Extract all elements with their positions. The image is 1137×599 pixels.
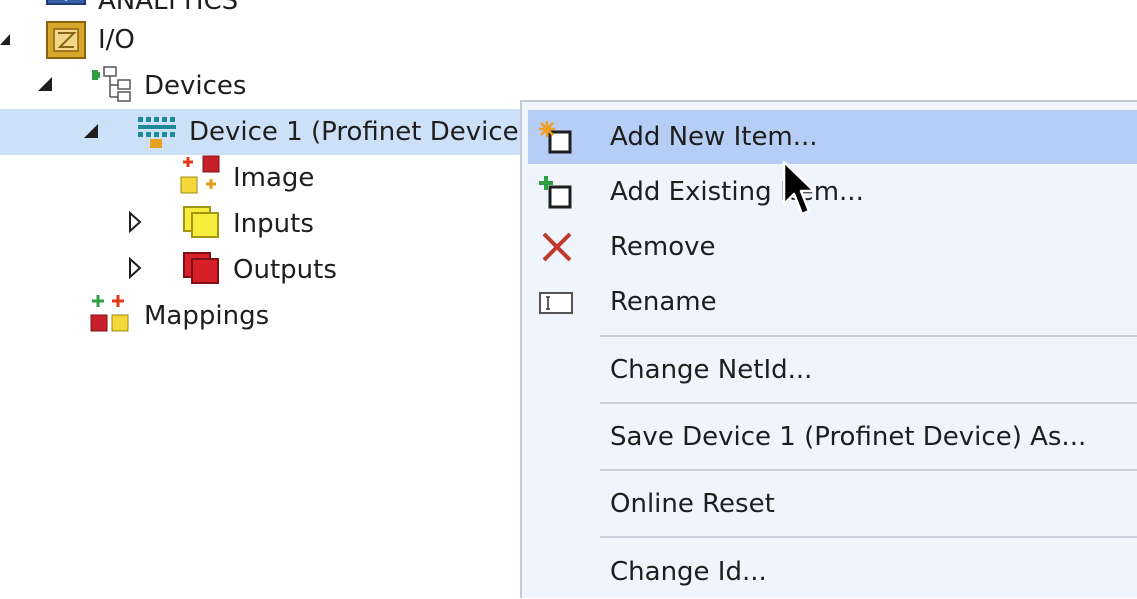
menu-item-label: Remove	[610, 232, 716, 262]
collapse-arrow-icon[interactable]	[82, 109, 102, 155]
menu-item-online-reset[interactable]: Online Reset	[528, 477, 1137, 531]
menu-separator	[600, 469, 1137, 471]
outputs-icon	[182, 251, 222, 291]
menu-item-rename[interactable]: Rename	[528, 275, 1137, 329]
tree-item-label: I/O	[98, 25, 135, 55]
profinet-device-icon	[136, 115, 178, 153]
io-icon	[46, 21, 86, 63]
tree-item-label: Mappings	[144, 301, 270, 331]
mappings-icon	[90, 293, 132, 339]
context-menu: Add New Item... Add Existing Item... Rem…	[520, 100, 1137, 598]
menu-item-label: Online Reset	[610, 489, 775, 519]
menu-item-change-id[interactable]: Change Id...	[528, 545, 1137, 599]
menu-separator	[600, 402, 1137, 404]
menu-item-label: Save Device 1 (Profinet Device) As...	[610, 422, 1087, 452]
menu-item-change-netid[interactable]: Change NetId...	[528, 343, 1137, 397]
mouse-cursor-icon	[782, 160, 816, 224]
add-new-item-icon	[538, 120, 574, 156]
menu-item-label: Change NetId...	[610, 355, 813, 385]
menu-separator	[600, 335, 1137, 337]
menu-item-label: Rename	[610, 287, 717, 317]
menu-item-save-device-as[interactable]: Save Device 1 (Profinet Device) As...	[528, 410, 1137, 464]
menu-item-label: Add New Item...	[610, 122, 818, 152]
collapse-arrow-icon[interactable]	[36, 63, 56, 109]
analytics-icon	[46, 0, 86, 10]
menu-item-label: Change Id...	[610, 557, 767, 587]
image-icon	[180, 155, 222, 199]
menu-separator	[600, 536, 1137, 538]
add-existing-item-icon	[538, 175, 574, 211]
expand-arrow-icon[interactable]	[126, 247, 146, 293]
menu-item-remove[interactable]: Remove	[528, 220, 1137, 274]
rename-icon	[538, 285, 574, 321]
expand-arrow-icon[interactable]	[126, 201, 146, 247]
menu-item-add-existing-item[interactable]: Add Existing Item...	[528, 165, 1137, 219]
collapse-arrow-icon[interactable]	[0, 17, 20, 63]
menu-item-add-new-item[interactable]: Add New Item...	[528, 110, 1137, 164]
devices-icon	[90, 65, 132, 107]
tree-item-label: Inputs	[233, 209, 314, 239]
tree-item-label: Image	[233, 163, 315, 193]
tree-item-device-1[interactable]: Device 1 (Profinet Device)	[0, 109, 529, 155]
menu-item-label: Add Existing Item...	[610, 177, 864, 207]
tree-item-label: Devices	[144, 71, 247, 101]
tree-item-io[interactable]: I/O	[0, 17, 1137, 63]
inputs-icon	[182, 205, 222, 245]
remove-icon	[538, 230, 574, 266]
tree-item-label: Device 1 (Profinet Device)	[189, 117, 529, 147]
tree-item-label: Outputs	[233, 255, 337, 285]
